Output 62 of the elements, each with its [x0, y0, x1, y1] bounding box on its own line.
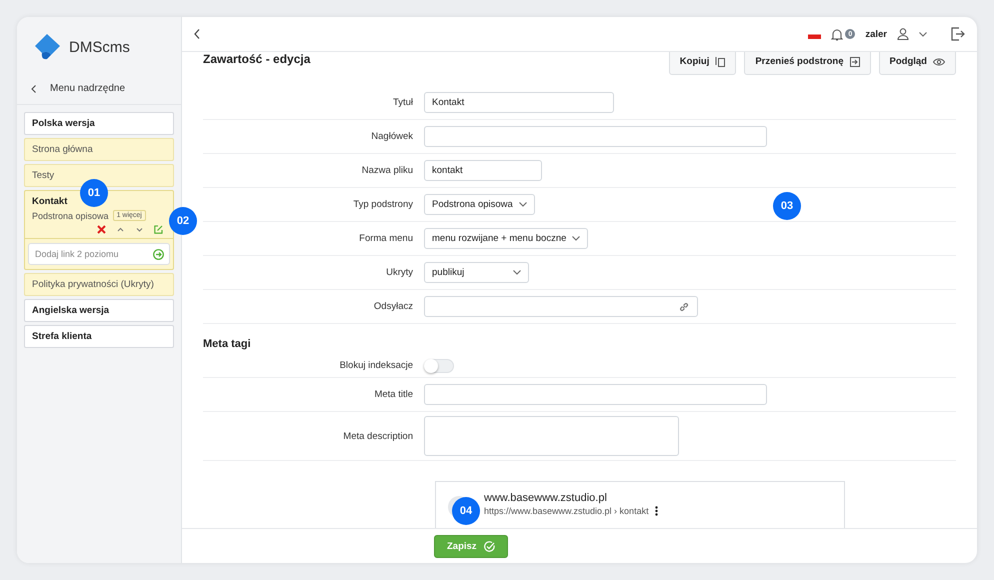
chevron-down-icon — [919, 32, 927, 36]
chevron-left-icon[interactable] — [194, 29, 200, 39]
select-field[interactable]: menu rozwijane + menu boczne — [424, 228, 588, 249]
field-label: Meta title — [373, 389, 414, 400]
logo-text: DMScms — [69, 38, 130, 56]
field-label: Odsyłacz — [372, 301, 414, 312]
user-name[interactable]: zaler — [865, 28, 887, 40]
page-type-text: Podstrona opisowa — [32, 210, 109, 220]
parent-menu-link[interactable]: Menu nadrzędne — [17, 65, 181, 105]
bell-icon[interactable] — [831, 28, 844, 40]
arrow-in-box-icon — [850, 56, 860, 66]
copy-icon — [715, 56, 726, 67]
delete-icon[interactable] — [97, 225, 106, 234]
toggle-switch[interactable] — [424, 358, 454, 372]
action-button[interactable]: Kopiuj — [668, 52, 736, 75]
textarea-field[interactable] — [424, 416, 679, 456]
chevron-down-icon[interactable] — [135, 225, 144, 234]
step-badge: 02 — [169, 207, 197, 235]
field-label: Blokuj indeksacje — [338, 360, 414, 371]
action-button[interactable]: Podgląd — [878, 52, 956, 75]
chevron-up-icon[interactable] — [116, 225, 125, 234]
menu-item[interactable]: Angielska wersja — [24, 299, 174, 322]
text-field[interactable]: kontakt — [424, 160, 542, 181]
edit-icon[interactable] — [154, 225, 163, 234]
chevron-left-icon — [31, 84, 36, 92]
section-heading: Meta tagi — [203, 337, 252, 352]
field-label: Forma menu — [358, 233, 414, 244]
field-label: Nazwa pliku — [360, 165, 414, 176]
field-label: Tytuł — [392, 97, 414, 108]
link-field[interactable] — [424, 296, 698, 317]
text-field[interactable] — [424, 384, 767, 405]
user-icon[interactable] — [897, 28, 909, 40]
step-badge: 03 — [773, 192, 801, 220]
field-label: Nagłówek — [370, 131, 414, 142]
check-circle-icon — [484, 540, 495, 552]
add-link-field[interactable]: Dodaj link 2 poziomu — [28, 243, 170, 265]
menu-item[interactable]: Strefa klienta — [24, 325, 174, 348]
menu-item[interactable]: Testy — [24, 164, 174, 187]
preview-site: www.basewww.zstudio.pl — [484, 492, 608, 504]
field-label: Ukryty — [385, 267, 414, 278]
logout-icon[interactable] — [951, 27, 965, 41]
field-label: Meta description — [342, 430, 414, 442]
arrow-circle-icon[interactable] — [153, 249, 164, 260]
preview-url: https://www.basewww.zstudio.pl › kontakt — [484, 506, 649, 516]
chevron-down-icon — [572, 236, 580, 241]
chevron-down-icon — [513, 270, 521, 275]
field-label: Typ podstrony — [352, 199, 414, 210]
more-icon — [654, 506, 658, 516]
action-button[interactable]: Przenieś podstronę — [744, 52, 871, 75]
link-icon — [679, 302, 689, 312]
chevron-down-icon — [518, 202, 527, 207]
eye-icon — [933, 58, 945, 66]
page-title: Zawartość - edycja — [203, 52, 310, 66]
menu-item[interactable]: Strona główna — [24, 138, 174, 161]
text-field[interactable] — [424, 126, 767, 147]
select-field[interactable]: Podstrona opisowa — [424, 194, 535, 215]
step-badge: 04 — [452, 497, 480, 525]
menu-item[interactable]: Polityka prywatności (Ukryty) — [24, 273, 174, 296]
logo-icon — [33, 34, 61, 60]
text-field[interactable]: Kontakt — [424, 92, 614, 113]
select-field[interactable]: publikuj — [424, 262, 529, 283]
menu-item[interactable]: Polska wersja — [24, 112, 174, 135]
